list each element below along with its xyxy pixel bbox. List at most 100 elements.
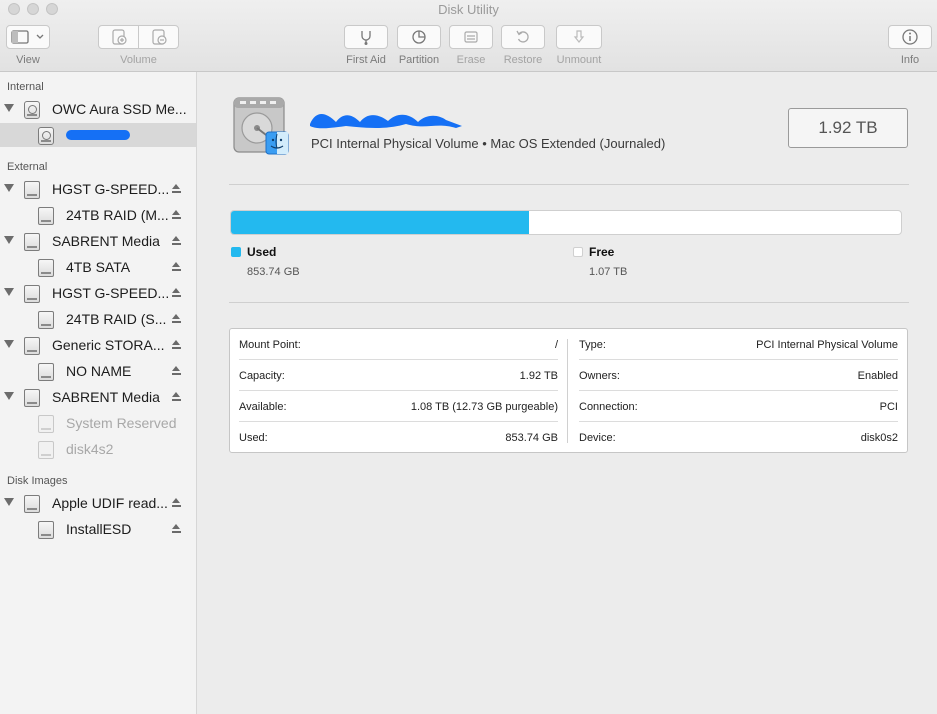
external-section-header: External (7, 161, 48, 173)
sidebar-item-24tb-raid-s[interactable]: 24TB RAID (S... (0, 307, 196, 331)
volume-icon (38, 311, 54, 329)
redacted-volume-title (310, 114, 462, 129)
erase-label: Erase (456, 54, 486, 66)
volume-info-table: Mount Point: / Capacity: 1.92 TB Availab… (229, 328, 908, 453)
info-key: Capacity: (239, 370, 285, 382)
sidebar-item-label: 24TB RAID (M... (66, 207, 169, 223)
info-label: Info (900, 54, 920, 66)
info-value: 1.08 TB (12.73 GB purgeable) (410, 401, 558, 413)
erase-icon (464, 31, 478, 43)
remove-volume-button[interactable] (138, 25, 179, 49)
erase-button[interactable] (449, 25, 493, 49)
disclosure-triangle-icon[interactable] (4, 236, 14, 244)
info-value: 853.74 GB (505, 432, 558, 444)
view-label: View (16, 54, 40, 66)
partition-label: Partition (398, 54, 440, 66)
used-value: 853.74 GB (247, 266, 300, 278)
sidebar-item-4tb-sata[interactable]: 4TB SATA (0, 255, 196, 279)
disk-image-icon (24, 495, 40, 513)
info-value: PCI Internal Physical Volume (756, 339, 898, 351)
external-disk-icon (24, 337, 40, 355)
sidebar-item-installesd[interactable]: InstallESD (0, 517, 196, 541)
eject-icon[interactable] (172, 340, 181, 350)
info-value: / (554, 339, 558, 351)
free-legend-label: Free (589, 245, 615, 259)
info-key: Used: (239, 432, 268, 444)
unmount-button[interactable] (556, 25, 602, 49)
unmounted-volume-icon (38, 441, 54, 459)
info-key: Device: (579, 432, 616, 444)
sidebar-item-label: Apple UDIF read... (52, 495, 168, 511)
free-value: 1.07 TB (589, 266, 628, 278)
disclosure-triangle-icon[interactable] (4, 498, 14, 506)
volume-icon (38, 207, 54, 225)
sidebar-item-system-reserved[interactable]: System Reserved (0, 411, 196, 435)
sidebar-item-disk4s2[interactable]: disk4s2 (0, 437, 196, 461)
info-icon (902, 29, 918, 45)
unmounted-volume-icon (38, 415, 54, 433)
info-row-type: Type: PCI Internal Physical Volume (579, 329, 898, 360)
stethoscope-icon (361, 31, 371, 45)
add-volume-button[interactable] (98, 25, 139, 49)
sidebar-item-sabrent-media-2[interactable]: SABRENT Media (0, 385, 196, 409)
sidebar-item-hgst-g-speed-1[interactable]: HGST G-SPEED... (0, 177, 196, 201)
eject-icon[interactable] (172, 392, 181, 402)
disclosure-triangle-icon[interactable] (4, 288, 14, 296)
eject-icon[interactable] (172, 184, 181, 194)
eject-icon[interactable] (172, 524, 181, 534)
internal-section-header: Internal (7, 81, 44, 93)
sidebar-item-label: SABRENT Media (52, 389, 160, 405)
internal-volume-icon (38, 127, 54, 145)
info-key: Type: (579, 339, 606, 351)
restore-button[interactable] (501, 25, 545, 49)
eject-icon[interactable] (172, 262, 181, 272)
eject-icon[interactable] (172, 210, 181, 220)
sidebar-item-label: HGST G-SPEED... (52, 181, 170, 197)
info-key: Owners: (579, 370, 620, 382)
info-value: Enabled (857, 370, 898, 382)
info-row-connection: Connection: PCI (579, 391, 898, 422)
sidebar-item-label: SABRENT Media (52, 233, 160, 249)
eject-icon[interactable] (172, 236, 181, 246)
volume-icon (38, 521, 54, 539)
eject-icon[interactable] (172, 288, 181, 298)
first-aid-button[interactable] (344, 25, 388, 49)
eject-icon[interactable] (172, 314, 181, 324)
disclosure-triangle-icon[interactable] (4, 104, 14, 112)
redacted-volume-name (66, 130, 130, 140)
sidebar-item-selected-volume[interactable] (0, 123, 196, 147)
info-row-mount-point: Mount Point: / (239, 329, 558, 360)
partition-button[interactable] (397, 25, 441, 49)
info-row-used: Used: 853.74 GB (239, 422, 558, 453)
eject-icon[interactable] (172, 498, 181, 508)
disclosure-triangle-icon[interactable] (4, 340, 14, 348)
sidebar-item-apple-udif[interactable]: Apple UDIF read... (0, 491, 196, 515)
sidebar-item-24tb-raid-m[interactable]: 24TB RAID (M... (0, 203, 196, 227)
sidebar-item-label: NO NAME (66, 363, 132, 379)
sidebar-item-owc-aura-ssd[interactable]: OWC Aura SSD Me... (0, 97, 196, 121)
view-button[interactable] (6, 25, 50, 49)
toolbar: Disk Utility View Volume First Aid Parti… (0, 0, 937, 72)
remove-volume-icon (151, 29, 167, 45)
external-disk-icon (24, 285, 40, 303)
sidebar-item-sabrent-media-1[interactable]: SABRENT Media (0, 229, 196, 253)
info-button[interactable] (888, 25, 932, 49)
volume-icon (38, 259, 54, 277)
column-divider (567, 339, 568, 443)
sidebar-item-label: 24TB RAID (S... (66, 311, 167, 327)
info-value: disk0s2 (860, 432, 898, 444)
sidebar-item-generic-storage[interactable]: Generic STORA... (0, 333, 196, 357)
internal-drive-finder-icon (233, 97, 289, 155)
sidebar-item-label: InstallESD (66, 521, 132, 537)
sidebar-item-no-name[interactable]: NO NAME (0, 359, 196, 383)
add-volume-icon (111, 29, 127, 45)
sidebar-item-hgst-g-speed-2[interactable]: HGST G-SPEED... (0, 281, 196, 305)
eject-icon[interactable] (172, 366, 181, 376)
disclosure-triangle-icon[interactable] (4, 184, 14, 192)
usage-bar (230, 210, 902, 235)
divider (229, 184, 909, 185)
disclosure-triangle-icon[interactable] (4, 392, 14, 400)
capacity-badge: 1.92 TB (788, 108, 908, 148)
sidebar-item-label: System Reserved (66, 415, 177, 431)
usage-used-fill (231, 211, 530, 234)
